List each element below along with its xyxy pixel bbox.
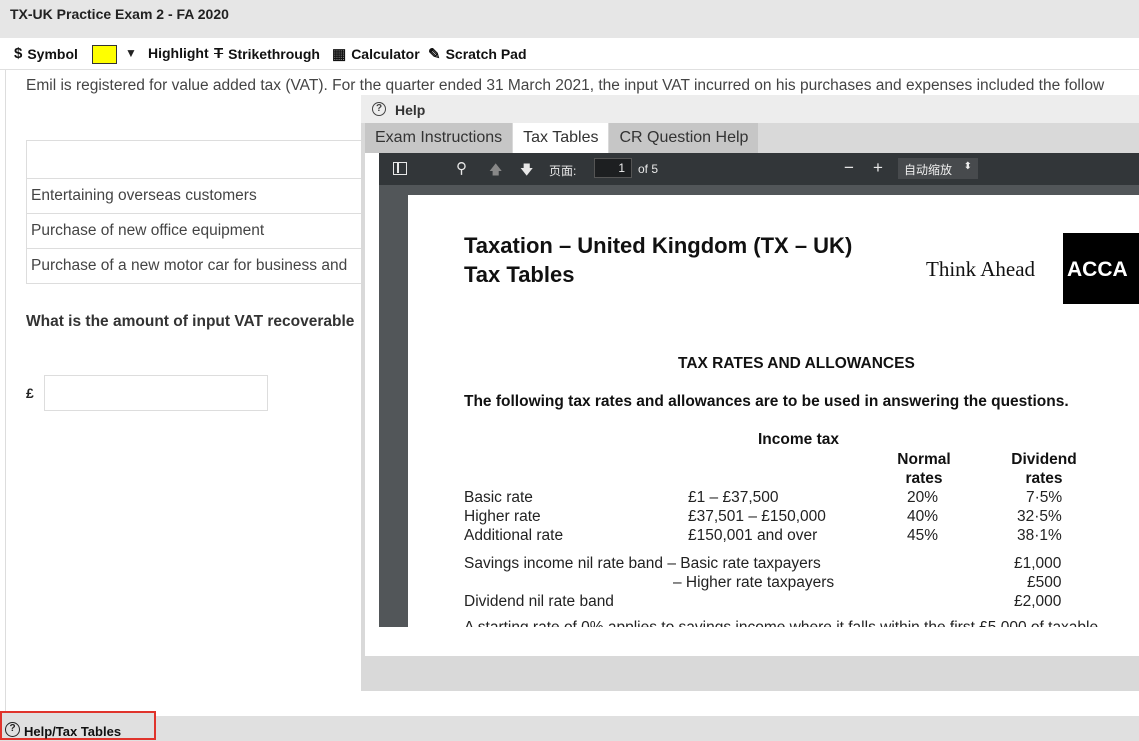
calculator-button[interactable]: ▦ Calculator xyxy=(332,45,420,63)
scratch-pad-label: Scratch Pad xyxy=(445,46,527,62)
previous-page-icon[interactable]: 🡅 xyxy=(489,161,502,183)
symbol-label: Symbol xyxy=(27,45,78,62)
tab-cr-question-help[interactable]: CR Question Help xyxy=(609,123,759,153)
dividend-rate: 38·1% xyxy=(1017,527,1062,544)
page-number-input[interactable]: 1 xyxy=(594,158,632,178)
zoom-select[interactable]: 自动缩放 ⬍ xyxy=(898,158,978,179)
column-header-dividend: Dividend rates xyxy=(1011,451,1077,487)
toolbar: $ Symbol ▼ Highlight T Strikethrough ▦ C… xyxy=(0,38,1139,70)
currency-symbol: £ xyxy=(26,385,34,401)
savings-basic-value: £1,000 xyxy=(1014,555,1062,572)
dividend-nil-rate-label: Dividend nil rate band xyxy=(464,593,614,610)
pdf-toolbar: ⚲ 🡅 🡇 页面: 1 of 5 − + 自动缩放 ⬍ xyxy=(379,153,1139,185)
income-tax-heading: Income tax xyxy=(758,431,839,448)
acca-logo: ACCA xyxy=(1063,233,1139,304)
title-bar: TX-UK Practice Exam 2 - FA 2020 xyxy=(0,0,1139,38)
normal-rate: 40% xyxy=(907,508,939,525)
rate-band: Basic rate xyxy=(464,489,533,506)
highlight-button[interactable]: Highlight xyxy=(148,45,209,61)
next-page-icon[interactable]: 🡇 xyxy=(520,161,533,183)
strikethrough-icon: T xyxy=(214,45,224,62)
highlight-color-swatch[interactable] xyxy=(92,45,117,64)
column-header-normal: Normal rates xyxy=(897,451,951,487)
scratch-pad-button[interactable]: ✎ Scratch Pad xyxy=(428,45,527,63)
savings-nil-rate-label: Savings income nil rate band – Basic rat… xyxy=(464,555,821,572)
question-prompt: What is the amount of input VAT recovera… xyxy=(26,313,355,330)
pdf-viewer: ⚲ 🡅 🡇 页面: 1 of 5 − + 自动缩放 ⬍ Taxation – U… xyxy=(379,153,1139,627)
highlight-label: Highlight xyxy=(148,45,209,61)
help-panel-header[interactable]: ? Help xyxy=(361,95,1139,123)
strikethrough-button[interactable]: T Strikethrough xyxy=(214,45,320,62)
rate-range: £150,001 and over xyxy=(688,527,818,544)
slogan: Think Ahead xyxy=(926,257,1036,281)
help-tax-tables-label: Help/Tax Tables xyxy=(24,724,122,739)
rate-range: £1 – £37,500 xyxy=(688,489,779,506)
window-title: TX-UK Practice Exam 2 - FA 2020 xyxy=(10,6,229,22)
zoom-caret-icon: ⬍ xyxy=(963,161,972,172)
calculator-label: Calculator xyxy=(351,46,420,62)
savings-higher-label: – Higher rate taxpayers xyxy=(673,574,835,591)
highlight-dropdown-icon[interactable]: ▼ xyxy=(125,46,137,60)
help-tax-tables-button[interactable]: ? Help/Tax Tables xyxy=(0,711,156,740)
zoom-out-button[interactable]: − xyxy=(844,158,854,178)
search-icon[interactable]: ⚲ xyxy=(456,159,467,177)
strikethrough-label: Strikethrough xyxy=(228,45,320,62)
section-heading: TAX RATES AND ALLOWANCES xyxy=(678,355,915,372)
dollar-icon: $ xyxy=(14,45,23,62)
dividend-nil-rate-value: £2,000 xyxy=(1014,593,1062,610)
footer-bar xyxy=(0,716,1139,741)
normal-rate: 45% xyxy=(907,527,939,544)
starting-rate-text: A starting rate of 0% applies to savings… xyxy=(464,619,1098,627)
sidebar-toggle-icon[interactable] xyxy=(393,162,407,175)
symbol-button[interactable]: $ Symbol xyxy=(14,45,78,62)
help-tabs: Exam Instructions Tax Tables CR Question… xyxy=(365,123,759,153)
help-icon: ? xyxy=(372,102,386,116)
help-icon: ? xyxy=(5,722,20,737)
answer-input[interactable] xyxy=(44,375,268,411)
tab-exam-instructions[interactable]: Exam Instructions xyxy=(365,123,513,153)
rate-band: Additional rate xyxy=(464,527,564,544)
page-count: of 5 xyxy=(638,162,659,176)
dividend-rate: 7·5% xyxy=(1026,489,1063,506)
zoom-in-button[interactable]: + xyxy=(873,158,883,178)
calculator-icon: ▦ xyxy=(332,46,347,63)
zoom-value: 自动缩放 xyxy=(904,163,953,177)
page-label: 页面: xyxy=(549,164,577,178)
pdf-page: Taxation – United Kingdom (TX – UK) Tax … xyxy=(408,195,1139,627)
intro-text: The following tax rates and allowances a… xyxy=(464,393,1069,410)
pencil-icon: ✎ xyxy=(428,46,441,63)
document-title: Taxation – United Kingdom (TX – UK) Tax … xyxy=(464,233,853,287)
question-text: Emil is registered for value added tax (… xyxy=(26,77,1105,94)
savings-higher-value: £500 xyxy=(1027,574,1062,591)
help-panel-body: ⚲ 🡅 🡇 页面: 1 of 5 − + 自动缩放 ⬍ Taxation – U… xyxy=(365,153,1139,656)
help-panel: ? Help Exam Instructions Tax Tables CR Q… xyxy=(361,95,1139,691)
dividend-rate: 32·5% xyxy=(1017,508,1062,525)
rate-range: £37,501 – £150,000 xyxy=(688,508,826,525)
tab-tax-tables[interactable]: Tax Tables xyxy=(513,123,609,153)
normal-rate: 20% xyxy=(907,489,939,506)
rate-band: Higher rate xyxy=(464,508,541,525)
help-panel-title: Help xyxy=(395,102,426,118)
